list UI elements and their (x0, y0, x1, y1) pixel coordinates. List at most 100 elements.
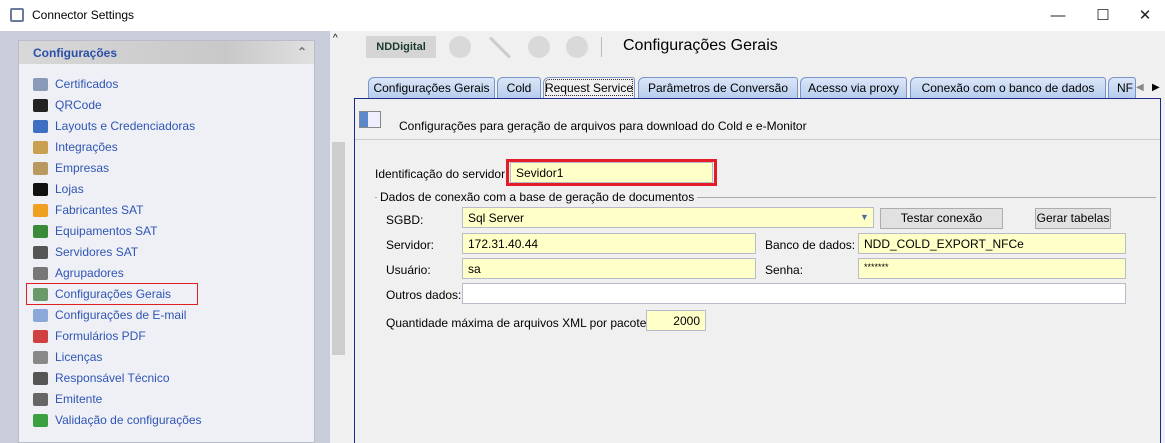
scroll-up-icon[interactable]: ^ (333, 33, 338, 44)
sidebar-item-icon (33, 245, 48, 259)
other-data-label: Outros dados: (386, 288, 462, 302)
gear-icon[interactable] (528, 36, 550, 58)
sidebar-item-icon (33, 371, 48, 385)
window-title: Connector Settings (32, 8, 135, 22)
tab[interactable]: Request Service (543, 77, 635, 98)
sidebar-item-label: Layouts e Credenciadoras (55, 119, 196, 133)
scrollbar-thumb[interactable] (332, 142, 345, 355)
sidebar-item-icon (33, 413, 48, 427)
sidebar-item-label: Certificados (55, 77, 119, 91)
sidebar-item-label: Agrupadores (55, 266, 124, 280)
maximize-button[interactable]: ☐ (1080, 0, 1126, 31)
database-input[interactable]: NDD_COLD_EXPORT_NFCe (858, 233, 1126, 254)
tab[interactable]: Configurações Gerais (368, 77, 495, 98)
sidebar-item[interactable]: Agrupadores (33, 263, 303, 283)
sidebar-item[interactable]: Equipamentos SAT (33, 221, 303, 241)
sidebar-item-label: Formulários PDF (55, 329, 146, 343)
database-label: Banco de dados: (765, 238, 856, 252)
tab[interactable]: Acesso via proxy (800, 77, 907, 98)
sidebar-item-icon (33, 266, 48, 280)
minimize-button[interactable]: — (1035, 0, 1081, 31)
sidebar-item-label: Configurações Gerais (55, 287, 172, 301)
sgbd-select[interactable]: Sql Server (462, 207, 874, 228)
description: Configurações para geração de arquivos p… (399, 119, 807, 133)
password-input[interactable]: ******* (858, 258, 1126, 279)
password-label: Senha: (765, 263, 804, 277)
sidebar-item-label: QRCode (55, 98, 102, 112)
config-panel: Configurações ⌃ Certificados QRCode Layout… (18, 40, 315, 443)
max-files-input[interactable]: 2000 (646, 310, 706, 331)
cancel-icon[interactable] (566, 36, 588, 58)
sidebar-item-label: Empresas (55, 161, 110, 175)
sidebar-item-icon (33, 329, 48, 343)
server-id-label: Identificação do servidor: (375, 167, 509, 181)
sidebar-item-icon (33, 392, 48, 406)
tab[interactable]: Parâmetros de Conversão (638, 77, 798, 98)
sidebar-item[interactable]: Licenças (33, 347, 303, 367)
sidebar-item[interactable]: QRCode (33, 95, 303, 115)
sidebar-item-icon (33, 182, 48, 196)
sidebar-item-label: Responsável Técnico (55, 371, 170, 385)
sidebar-item[interactable]: Integrações (33, 137, 303, 157)
sidebar-item[interactable]: Formulários PDF (33, 326, 303, 346)
other-data-input[interactable] (462, 283, 1126, 304)
tab-scroll-right-icon[interactable]: ▶ (1152, 82, 1160, 93)
close-button[interactable]: ✕ (1122, 0, 1165, 31)
collapse-icon[interactable]: ⌃ (297, 45, 307, 59)
sidebar-item[interactable]: Fabricantes SAT (33, 200, 303, 220)
panel-title: Configurações (33, 46, 118, 60)
tab[interactable]: Conexão com o banco de dados (910, 77, 1106, 98)
sidebar-item-label: Lojas (55, 182, 84, 196)
sidebar-item-icon (33, 308, 48, 322)
sidebar-item[interactable]: Empresas (33, 158, 303, 178)
sidebar-item[interactable]: Layouts e Credenciadoras (33, 116, 303, 136)
config-icon (359, 111, 381, 128)
tab-content: Configurações para geração de arquivos p… (354, 98, 1161, 443)
nddigital-logo: NDDigital (366, 36, 436, 58)
dropdown-arrow-icon[interactable]: ▼ (860, 212, 869, 222)
sidebar-item[interactable]: Responsável Técnico (33, 368, 303, 388)
test-connection-button[interactable]: Testar conexão (880, 208, 1003, 229)
tab[interactable]: NF (1108, 77, 1136, 98)
add-icon[interactable] (449, 36, 471, 58)
sidebar-item-label: Servidores SAT (55, 245, 139, 259)
sidebar-item-icon (33, 77, 48, 91)
sidebar-item[interactable]: Emitente (33, 389, 303, 409)
sidebar-item[interactable]: Configurações de E-mail (33, 305, 303, 325)
sidebar: Configurações ⌃ Certificados QRCode Layout… (0, 31, 330, 443)
sidebar-item[interactable]: Validação de configurações (33, 410, 303, 430)
app-icon (10, 8, 24, 22)
server-input[interactable]: 172.31.40.44 (462, 233, 756, 254)
edit-icon[interactable] (489, 36, 511, 59)
sidebar-item-label: Fabricantes SAT (55, 203, 144, 217)
sidebar-item-label: Licenças (55, 350, 103, 364)
tab-scroll-left-icon[interactable]: ◀ (1136, 82, 1144, 93)
user-input[interactable]: sa (462, 258, 756, 279)
sidebar-item-label: Emitente (55, 392, 103, 406)
tab[interactable]: Cold (497, 77, 541, 98)
sidebar-item-icon (33, 140, 48, 154)
sidebar-item-icon (33, 224, 48, 238)
sidebar-item-label: Integrações (55, 140, 118, 154)
sgbd-label: SGBD: (386, 213, 424, 227)
sidebar-item[interactable]: Servidores SAT (33, 242, 303, 262)
sidebar-item-icon (33, 287, 48, 301)
sidebar-item-label: Equipamentos SAT (55, 224, 158, 238)
sidebar-item-icon (33, 203, 48, 217)
sidebar-item-icon (33, 350, 48, 364)
group-label: Dados de conexão com a base de geração d… (377, 190, 698, 204)
sidebar-item-icon (33, 98, 48, 112)
page-title: Configurações Gerais (623, 37, 778, 54)
sidebar-item[interactable]: Certificados (33, 74, 303, 94)
sidebar-item-label: Configurações de E-mail (55, 308, 187, 322)
title-bar: Connector Settings — ☐ ✕ (0, 0, 1165, 31)
server-id-input[interactable]: Sevidor1 (510, 162, 713, 183)
generate-tables-button[interactable]: Gerar tabelas (1035, 208, 1111, 229)
sidebar-item-icon (33, 161, 48, 175)
panel-header[interactable]: Configurações ⌃ (19, 41, 314, 64)
server-label: Servidor: (386, 238, 435, 252)
max-files-label: Quantidade máxima de arquivos XML por pa… (386, 316, 650, 330)
sidebar-item-icon (33, 119, 48, 133)
sidebar-item[interactable]: Configurações Gerais (26, 283, 198, 305)
sidebar-item[interactable]: Lojas (33, 179, 303, 199)
